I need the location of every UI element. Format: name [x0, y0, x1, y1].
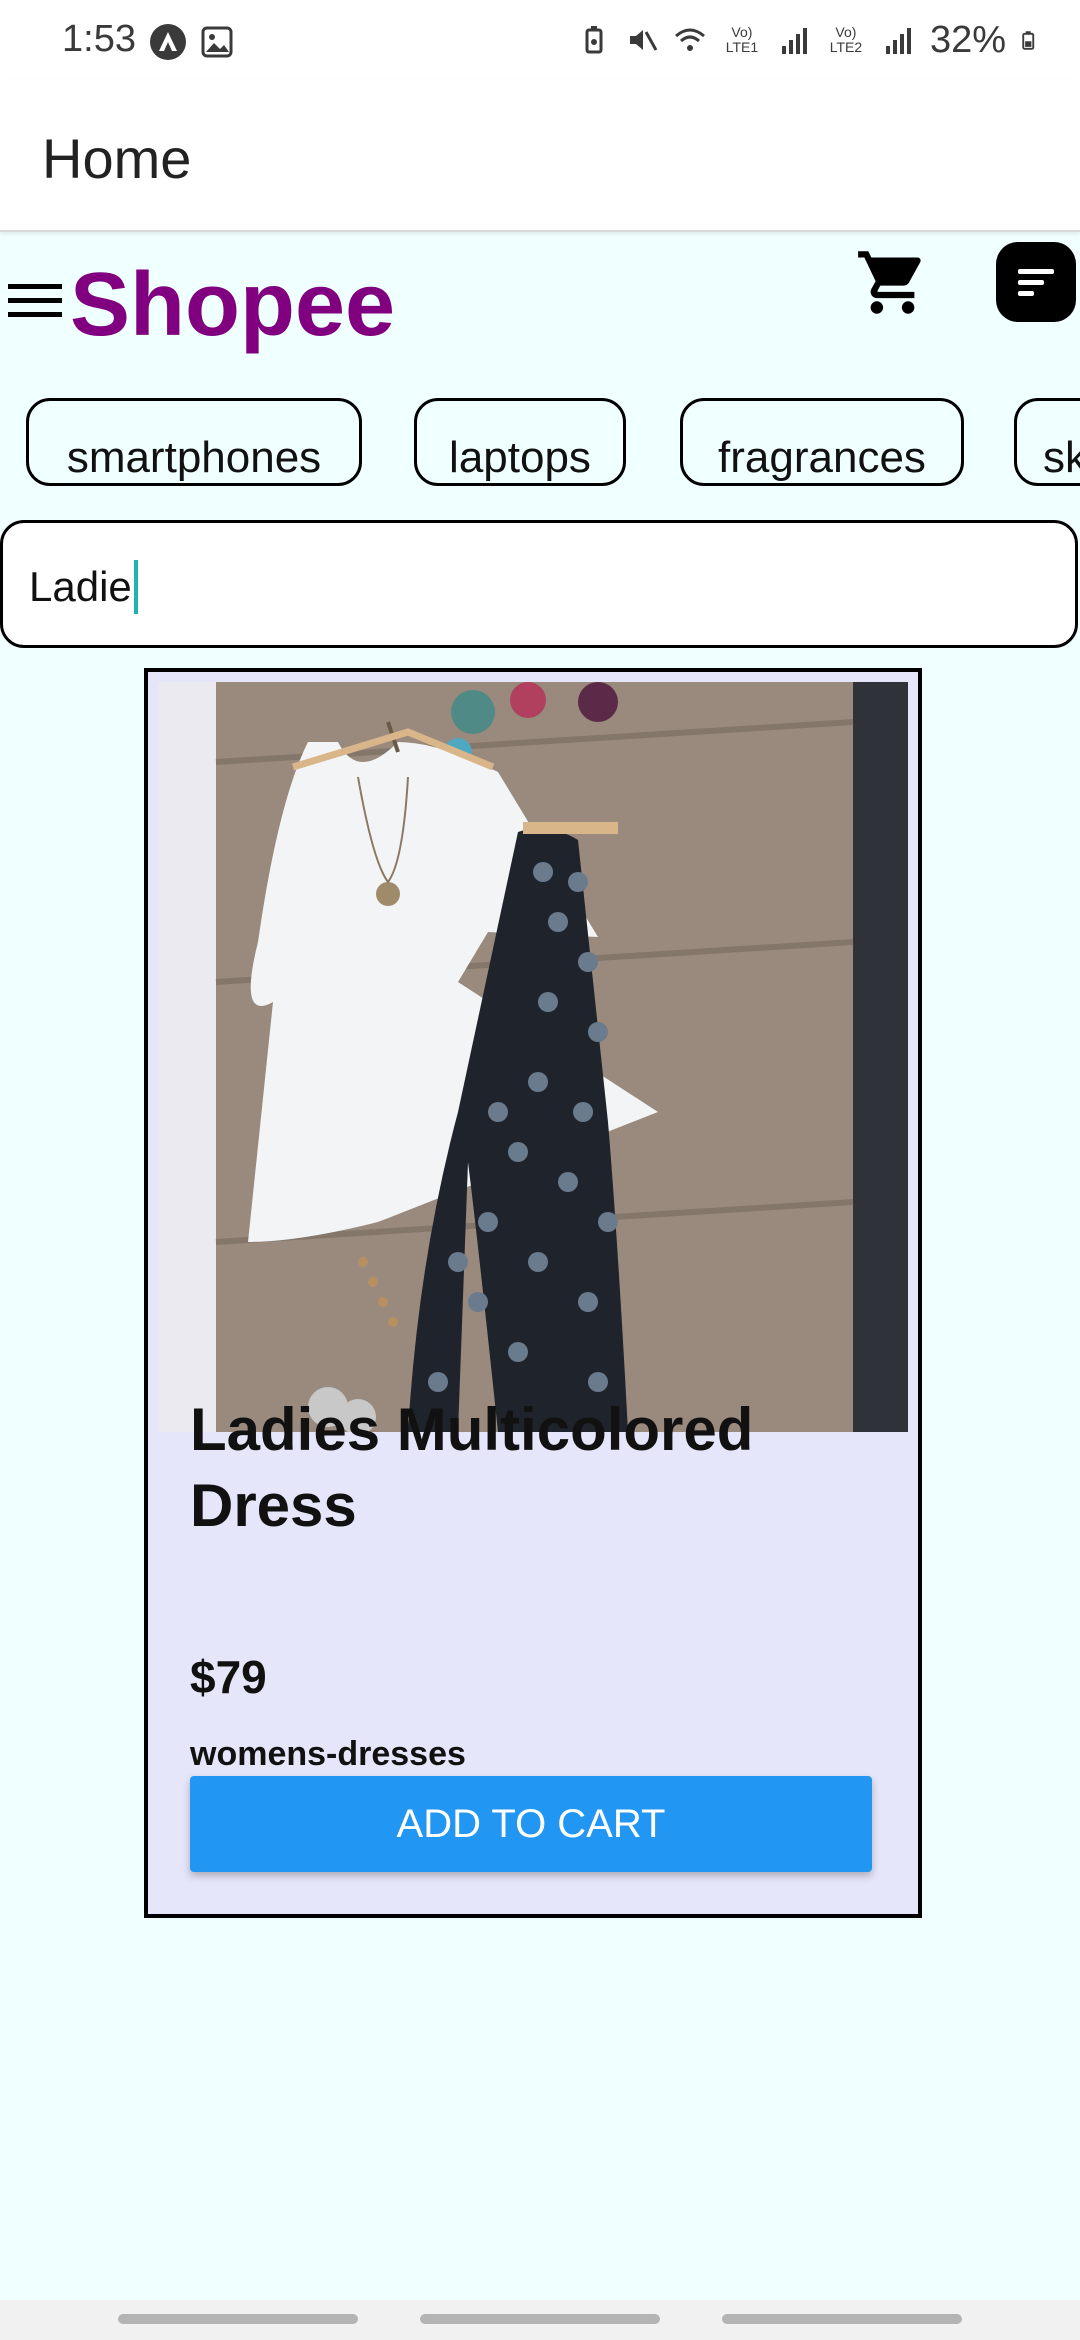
menu-icon[interactable]	[8, 280, 62, 322]
product-title: Ladies Multicolored Dress	[190, 1396, 754, 1539]
battery-saver-icon	[585, 26, 603, 54]
product-image[interactable]	[158, 682, 908, 1432]
recent-apps-handle[interactable]	[118, 2314, 358, 2324]
page-title: Home	[42, 127, 192, 190]
system-nav-bar	[0, 2300, 1080, 2340]
brand-logo: Shopee	[70, 255, 396, 355]
chip-label: skincare	[1043, 433, 1080, 482]
signal-sim2-icon	[885, 28, 911, 54]
sim2-label: Vo) LTE2	[829, 24, 863, 55]
text-cursor	[133, 559, 138, 614]
search-value: Ladie	[29, 563, 132, 610]
wifi-icon	[674, 28, 705, 51]
cart-icon[interactable]	[855, 245, 930, 320]
filter-button[interactable]	[996, 242, 1076, 322]
battery-icon	[1022, 31, 1035, 50]
back-handle[interactable]	[722, 2314, 962, 2324]
chip-laptops[interactable]: laptops	[414, 398, 626, 486]
chip-skincare[interactable]: skincare	[1014, 398, 1080, 486]
app-notification-icon	[150, 24, 186, 60]
add-to-cart-button[interactable]: ADD TO CART	[190, 1776, 872, 1872]
product-card[interactable]: Ladies Multicolored Dress $79 womens-dre…	[144, 668, 922, 1918]
chip-label: laptops	[449, 433, 591, 482]
status-icons: Vo) LTE1 Vo) LTE2 32%	[578, 16, 1042, 64]
chip-fragrances[interactable]: fragrances	[680, 398, 964, 486]
battery-percent: 32%	[929, 18, 1006, 61]
status-time: 1:53	[62, 18, 136, 60]
product-price: $79	[190, 1651, 267, 1703]
product-category: womens-dresses	[190, 1735, 466, 1773]
home-handle[interactable]	[420, 2314, 660, 2324]
chip-label: fragrances	[718, 433, 926, 482]
app-bar: Home	[0, 80, 1080, 232]
sim1-label: Vo) LTE1	[725, 24, 759, 55]
signal-sim1-icon	[781, 28, 807, 54]
filter-icon	[1018, 269, 1054, 296]
chip-label: smartphones	[66, 433, 322, 482]
search-input[interactable]: Ladie	[0, 520, 1078, 648]
category-chips: smartphones laptops fragrances skincare	[0, 398, 1080, 494]
image-notification-icon	[200, 25, 234, 59]
status-bar: 1:53 Vo) LTE1 Vo) LTE2 32%	[0, 0, 1080, 80]
chip-smartphones[interactable]: smartphones	[26, 398, 362, 486]
mute-icon	[629, 30, 658, 51]
